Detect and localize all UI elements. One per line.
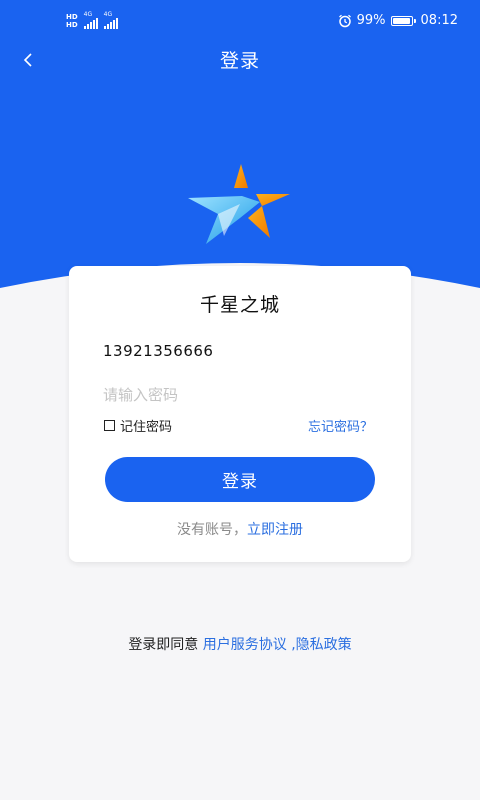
remember-checkbox[interactable] [104, 420, 115, 431]
agreement-prefix: 登录即同意 [128, 637, 199, 653]
terms-link[interactable]: 用户服务协议 [203, 637, 287, 653]
register-link[interactable]: 立即注册 [247, 522, 303, 538]
hd-label-bottom: HD [66, 21, 78, 29]
app-name: 千星之城 [199, 294, 280, 316]
login-button[interactable]: 登录 [105, 457, 375, 502]
hd-indicator: HD HD [66, 13, 78, 29]
phone-input[interactable] [103, 336, 377, 366]
remember-password-toggle[interactable]: 记住密码 [104, 416, 172, 435]
agreement-line: 登录即同意 用户服务协议 ,隐私政策 [0, 634, 480, 654]
signal-icon-2: 4G [103, 11, 118, 29]
register-prompt: 没有账号，立即注册 [69, 519, 411, 539]
remember-label: 记住密码 [120, 420, 173, 435]
login-card: 千星之城 记住密码 忘记密码？ 登录 没有账号，立即注册 [69, 266, 411, 562]
battery-icon [390, 15, 416, 26]
star-logo-icon [188, 164, 290, 244]
clock: 08:12 [420, 13, 458, 28]
signal-icon: 4G [83, 11, 98, 29]
page-title: 登录 [219, 50, 260, 72]
status-right: 99% 08:12 [338, 13, 458, 28]
alarm-icon [338, 14, 351, 27]
login-screen: HD HD 4G 4G 99% 08:12 登录 千星之城 1392135666… [0, 0, 480, 800]
network-indicators: HD HD 4G 4G [66, 12, 118, 29]
network-type-label-2: 4G [103, 11, 113, 18]
status-bar: HD HD 4G 4G 99% 08:12 [0, 0, 480, 44]
privacy-link[interactable]: 隐私政策 [296, 637, 352, 653]
password-input[interactable] [103, 380, 377, 410]
no-account-text: 没有账号， [177, 522, 247, 538]
battery-fill [392, 17, 410, 24]
hd-label-top: HD [66, 13, 78, 21]
network-type-label: 4G [83, 11, 93, 18]
forgot-password-link[interactable]: 忘记密码？ [308, 416, 373, 435]
agreement-separator: , [286, 637, 296, 653]
battery-percent: 99% [356, 13, 386, 28]
